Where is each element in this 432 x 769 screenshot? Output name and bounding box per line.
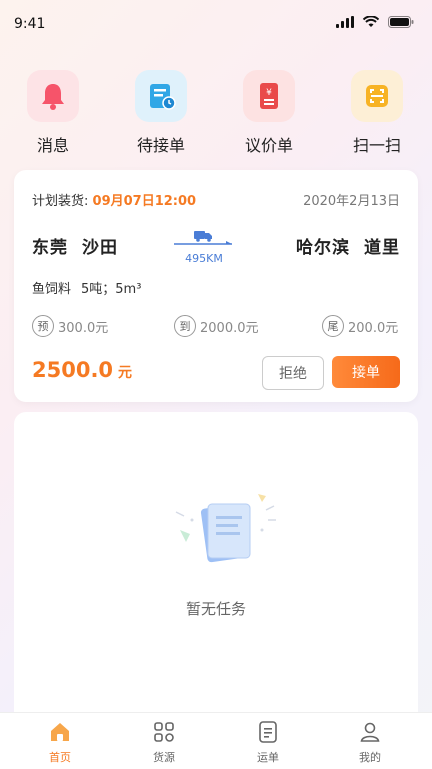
tab-waybill[interactable]: 运单 (228, 719, 308, 765)
status-icons (336, 16, 414, 28)
tab-label: 首页 (49, 751, 71, 764)
destination: 哈尔滨 道里 (296, 233, 400, 258)
scan-icon (351, 70, 403, 122)
cargo-source-icon (124, 719, 204, 745)
price-order-icon: ¥ (243, 70, 295, 122)
quick-action-label: 待接单 (136, 136, 185, 155)
quick-action-label: 扫一扫 (352, 136, 401, 155)
waybill-icon (228, 719, 308, 745)
total-amount: 2500.0 (32, 358, 114, 382)
cargo-spec: 5吨；5m³ (81, 282, 142, 297)
quick-actions: 消息 待接单 ¥ 议价单 扫一扫 (0, 70, 432, 160)
route-distance: 495KM (185, 252, 223, 265)
dest-city: 哈尔滨 (296, 238, 350, 258)
total-unit: 元 (118, 365, 133, 381)
fee-prepay: 预 300.0元 (32, 315, 108, 337)
order-date: 2020年2月13日 (303, 194, 400, 209)
tab-label: 我的 (359, 751, 381, 764)
home-icon (20, 719, 100, 745)
quick-action-messages[interactable]: 消息 (8, 70, 98, 156)
truck-icon (174, 231, 232, 245)
status-bar: 9:41 (0, 0, 432, 52)
quick-action-price-orders[interactable]: ¥ 议价单 (224, 70, 314, 156)
tab-home[interactable]: 首页 (20, 719, 100, 765)
plan-label: 计划装货: (32, 194, 89, 209)
fee-tag: 到 (174, 315, 196, 337)
wifi-icon (363, 16, 379, 27)
empty-state-text: 暂无任务 (185, 600, 246, 618)
dest-district: 道里 (364, 238, 400, 258)
task-list-panel: 暂无任务 (14, 412, 418, 712)
order-card[interactable]: 计划装货: 09月07日12:00 2020年2月13日 东莞 沙田 495KM … (14, 170, 418, 402)
quick-action-pending[interactable]: 待接单 (116, 70, 206, 156)
fee-amount: 200.0元 (348, 320, 399, 336)
tab-label: 货源 (153, 751, 175, 764)
fee-final: 尾 200.0元 (322, 315, 398, 337)
quick-action-scan[interactable]: 扫一扫 (332, 70, 422, 156)
tab-label: 运单 (257, 751, 279, 764)
status-time: 9:41 (14, 16, 46, 32)
fee-arrival: 到 2000.0元 (174, 315, 259, 337)
tab-profile[interactable]: 我的 (330, 719, 410, 765)
pending-order-icon (135, 70, 187, 122)
empty-document-illustration (175, 494, 276, 563)
profile-icon (330, 719, 410, 745)
route-indicator: 495KM (174, 225, 234, 265)
fee-tag: 预 (32, 315, 54, 337)
signal-icon (336, 16, 354, 28)
fee-amount: 2000.0元 (200, 320, 259, 336)
quick-action-label: 消息 (36, 136, 69, 155)
accept-button[interactable]: 接单 (332, 356, 400, 388)
fee-amount: 300.0元 (58, 320, 109, 336)
reject-button[interactable]: 拒绝 (262, 356, 324, 390)
plan-time: 09月07日12:00 (92, 194, 197, 209)
cargo-name: 鱼饲料 (32, 282, 72, 297)
origin-district: 沙田 (82, 238, 118, 258)
origin: 东莞 沙田 (32, 233, 118, 258)
order-total: 2500.0 元 (32, 358, 132, 382)
fee-tag: 尾 (322, 315, 344, 337)
svg-text:¥: ¥ (266, 88, 272, 98)
plan-loading: 计划装货: 09月07日12:00 (32, 190, 196, 209)
origin-city: 东莞 (32, 238, 68, 258)
tab-cargo-source[interactable]: 货源 (124, 719, 204, 765)
cargo-info: 鱼饲料 5吨；5m³ (32, 278, 141, 297)
quick-action-label: 议价单 (244, 136, 293, 155)
bell-icon (27, 70, 79, 122)
battery-icon (388, 16, 414, 28)
bottom-tab-bar: 首页 货源 运单 我的 (0, 712, 432, 769)
